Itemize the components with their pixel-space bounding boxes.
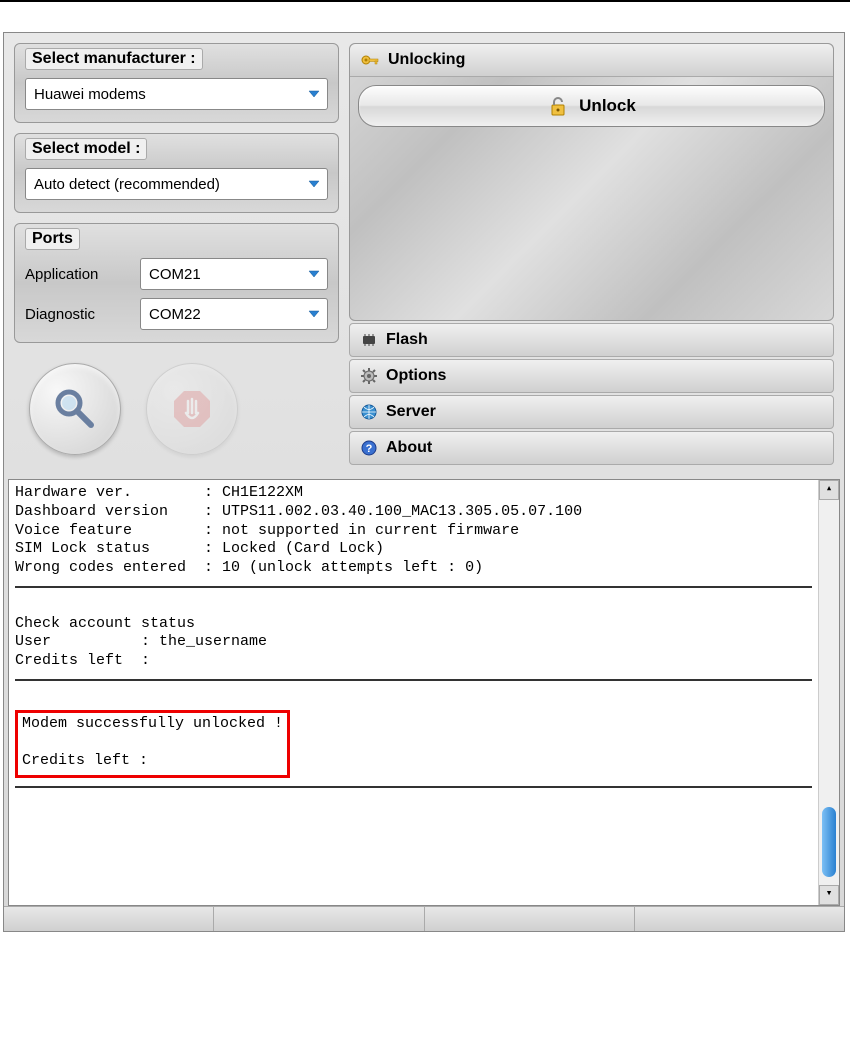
- gear-icon: [360, 367, 378, 385]
- unlock-button-label: Unlock: [579, 96, 636, 116]
- chevron-down-icon: [305, 85, 323, 103]
- server-header[interactable]: Server: [349, 395, 834, 429]
- log-content[interactable]: Hardware ver. : CH1E122XM Dashboard vers…: [9, 480, 818, 905]
- help-icon: ?: [360, 439, 378, 457]
- svg-text:?: ?: [366, 443, 373, 455]
- chevron-down-icon: [305, 175, 323, 193]
- unlocking-header[interactable]: Unlocking: [350, 44, 833, 77]
- model-group: Select model : Auto detect (recommended): [14, 133, 339, 213]
- log-line: [15, 689, 812, 708]
- top-border: [0, 0, 850, 2]
- action-buttons-row: [14, 353, 339, 465]
- upper-area: Select manufacturer : Huawei modems Sele…: [4, 33, 844, 475]
- log-line: Credits left :: [15, 652, 812, 671]
- scrollbar[interactable]: ▴ ▾: [818, 480, 839, 905]
- stop-hand-icon: [168, 385, 216, 433]
- padlock-open-icon: [547, 95, 569, 117]
- chip-icon: [360, 331, 378, 349]
- log-divider: [15, 586, 812, 588]
- log-line: Modem successfully unlocked !: [22, 715, 283, 734]
- success-highlight: Modem successfully unlocked ! Credits le…: [15, 710, 290, 778]
- options-header[interactable]: Options: [349, 359, 834, 393]
- log-line: Dashboard version : UTPS11.002.03.40.100…: [15, 503, 812, 522]
- log-divider: [15, 679, 812, 681]
- model-label: Select model :: [25, 138, 147, 160]
- unlocking-body: Unlock: [350, 77, 833, 320]
- status-cell: [214, 907, 424, 931]
- log-area: Hardware ver. : CH1E122XM Dashboard vers…: [8, 479, 840, 906]
- diag-port-dropdown[interactable]: COM22: [140, 298, 328, 330]
- log-line: Voice feature : not supported in current…: [15, 522, 812, 541]
- log-line: Credits left :: [22, 752, 283, 771]
- app-window: Select manufacturer : Huawei modems Sele…: [3, 32, 845, 932]
- about-header-text: About: [386, 439, 432, 457]
- log-line: Hardware ver. : CH1E122XM: [15, 484, 812, 503]
- model-value: Auto detect (recommended): [34, 176, 220, 193]
- options-header-text: Options: [386, 367, 446, 385]
- model-dropdown[interactable]: Auto detect (recommended): [25, 168, 328, 200]
- app-port-value: COM21: [149, 266, 201, 283]
- log-line: SIM Lock status : Locked (Card Lock): [15, 540, 812, 559]
- status-cell: [4, 907, 214, 931]
- about-header[interactable]: ? About: [349, 431, 834, 465]
- ports-label: Ports: [25, 228, 80, 250]
- scroll-down-button[interactable]: ▾: [819, 885, 839, 905]
- search-button[interactable]: [29, 363, 121, 455]
- ports-group: Ports Application COM21 Diagnostic COM22: [14, 223, 339, 343]
- log-line: User : the_username: [15, 633, 812, 652]
- app-port-label: Application: [25, 266, 130, 283]
- magnifier-icon: [51, 385, 99, 433]
- manufacturer-dropdown[interactable]: Huawei modems: [25, 78, 328, 110]
- flash-header[interactable]: Flash: [349, 323, 834, 357]
- app-port-row: Application COM21: [25, 258, 328, 290]
- right-column: Unlocking Unlock: [349, 43, 834, 465]
- scroll-thumb[interactable]: [822, 807, 836, 877]
- server-header-text: Server: [386, 403, 436, 421]
- chevron-down-icon: [305, 305, 323, 323]
- scroll-up-button[interactable]: ▴: [819, 480, 839, 500]
- diag-port-row: Diagnostic COM22: [25, 298, 328, 330]
- diag-port-label: Diagnostic: [25, 306, 130, 323]
- log-divider: [15, 786, 812, 788]
- log-line: Check account status: [15, 615, 812, 634]
- diag-port-value: COM22: [149, 306, 201, 323]
- status-cell: [425, 907, 635, 931]
- status-bar: [4, 906, 844, 931]
- log-line: [22, 733, 283, 752]
- log-line: [15, 596, 812, 615]
- app-port-dropdown[interactable]: COM21: [140, 258, 328, 290]
- unlocking-header-text: Unlocking: [388, 51, 465, 69]
- unlocking-panel: Unlocking Unlock: [349, 43, 834, 321]
- chevron-down-icon: [305, 265, 323, 283]
- globe-icon: [360, 403, 378, 421]
- unlock-button[interactable]: Unlock: [358, 85, 825, 127]
- key-icon: [360, 50, 380, 70]
- log-line: Wrong codes entered : 10 (unlock attempt…: [15, 559, 812, 578]
- flash-header-text: Flash: [386, 331, 428, 349]
- stop-button: [146, 363, 238, 455]
- left-column: Select manufacturer : Huawei modems Sele…: [14, 43, 339, 465]
- manufacturer-label: Select manufacturer :: [25, 48, 203, 70]
- manufacturer-value: Huawei modems: [34, 86, 146, 103]
- manufacturer-group: Select manufacturer : Huawei modems: [14, 43, 339, 123]
- status-cell: [635, 907, 844, 931]
